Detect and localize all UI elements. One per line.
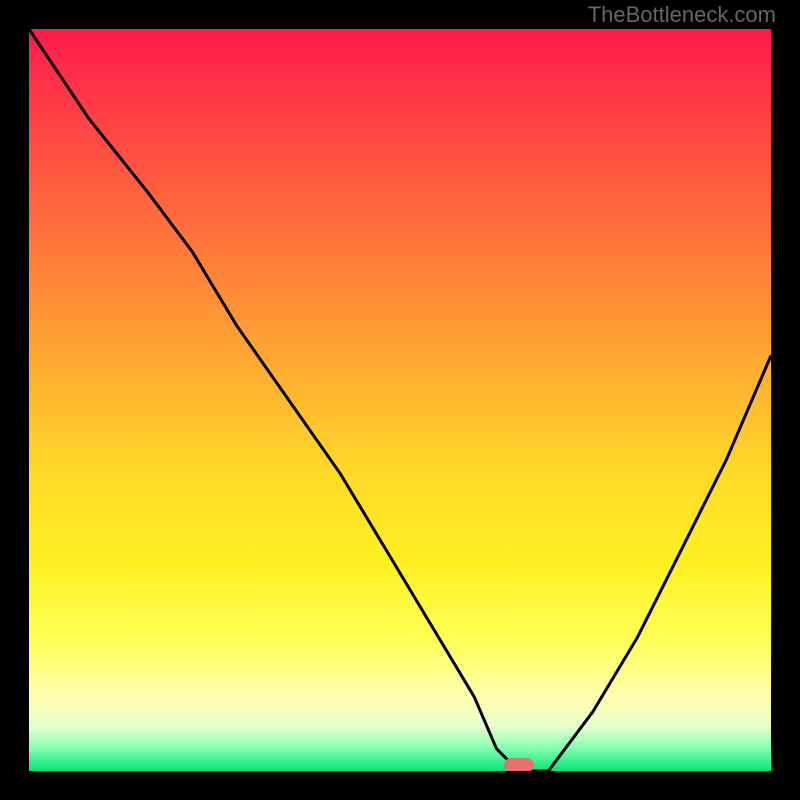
curve-path bbox=[29, 29, 771, 771]
optimal-point-marker bbox=[504, 758, 534, 771]
bottleneck-curve bbox=[29, 29, 771, 771]
watermark-text: TheBottleneck.com bbox=[588, 2, 776, 28]
chart-plot-area bbox=[29, 29, 771, 771]
